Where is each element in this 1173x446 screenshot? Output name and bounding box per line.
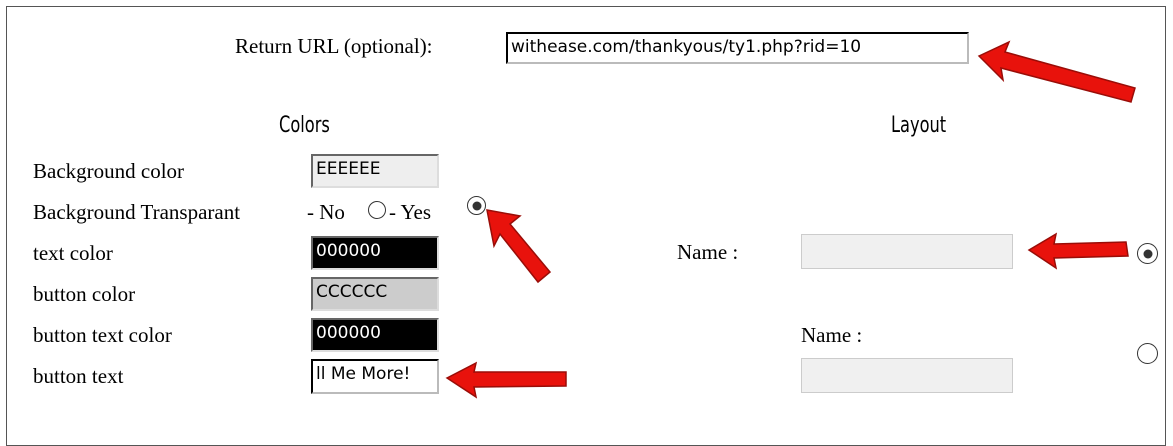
annotation-arrow-url	[977, 40, 1136, 103]
annotation-arrow-transparant	[486, 209, 552, 284]
background-color-input[interactable]: EEEEEE	[311, 154, 439, 188]
layout2-radio	[1137, 343, 1158, 364]
background-transparant-label: Background Transparant	[33, 200, 241, 224]
layout1-name-label: Name :	[677, 240, 739, 264]
button-text-input[interactable]: ll Me More!	[311, 359, 439, 394]
button-text-color-input[interactable]: 000000	[311, 318, 439, 352]
return-url-label: Return URL (optional):	[235, 34, 433, 58]
annotation-arrow-button-text	[445, 361, 567, 399]
text-color-label: text color	[33, 241, 113, 265]
button-text-color-label: button text color	[33, 323, 172, 347]
colors-heading: Colors	[279, 113, 330, 138]
layout1-name-input[interactable]	[801, 234, 1013, 269]
background-color-label: Background color	[33, 159, 185, 183]
layout1-radio[interactable]	[1137, 243, 1158, 264]
transparant-no-radio[interactable]	[368, 201, 386, 219]
button-color-label: button color	[33, 282, 136, 306]
transparant-yes-label: - Yes	[389, 200, 432, 224]
layout2-name-label: Name :	[801, 323, 863, 347]
return-url-input[interactable]: withease.com/thankyous/ty1.php?rid=10	[506, 32, 969, 64]
transparant-no-label: - No	[307, 200, 345, 224]
button-text-label: button text	[33, 364, 124, 388]
button-color-input[interactable]: CCCCCC	[311, 277, 439, 311]
layout-heading: Layout	[891, 113, 947, 138]
text-color-input[interactable]: 000000	[311, 236, 439, 270]
layout2-name-input[interactable]	[801, 358, 1013, 393]
annotation-arrow-layout	[1027, 232, 1129, 270]
